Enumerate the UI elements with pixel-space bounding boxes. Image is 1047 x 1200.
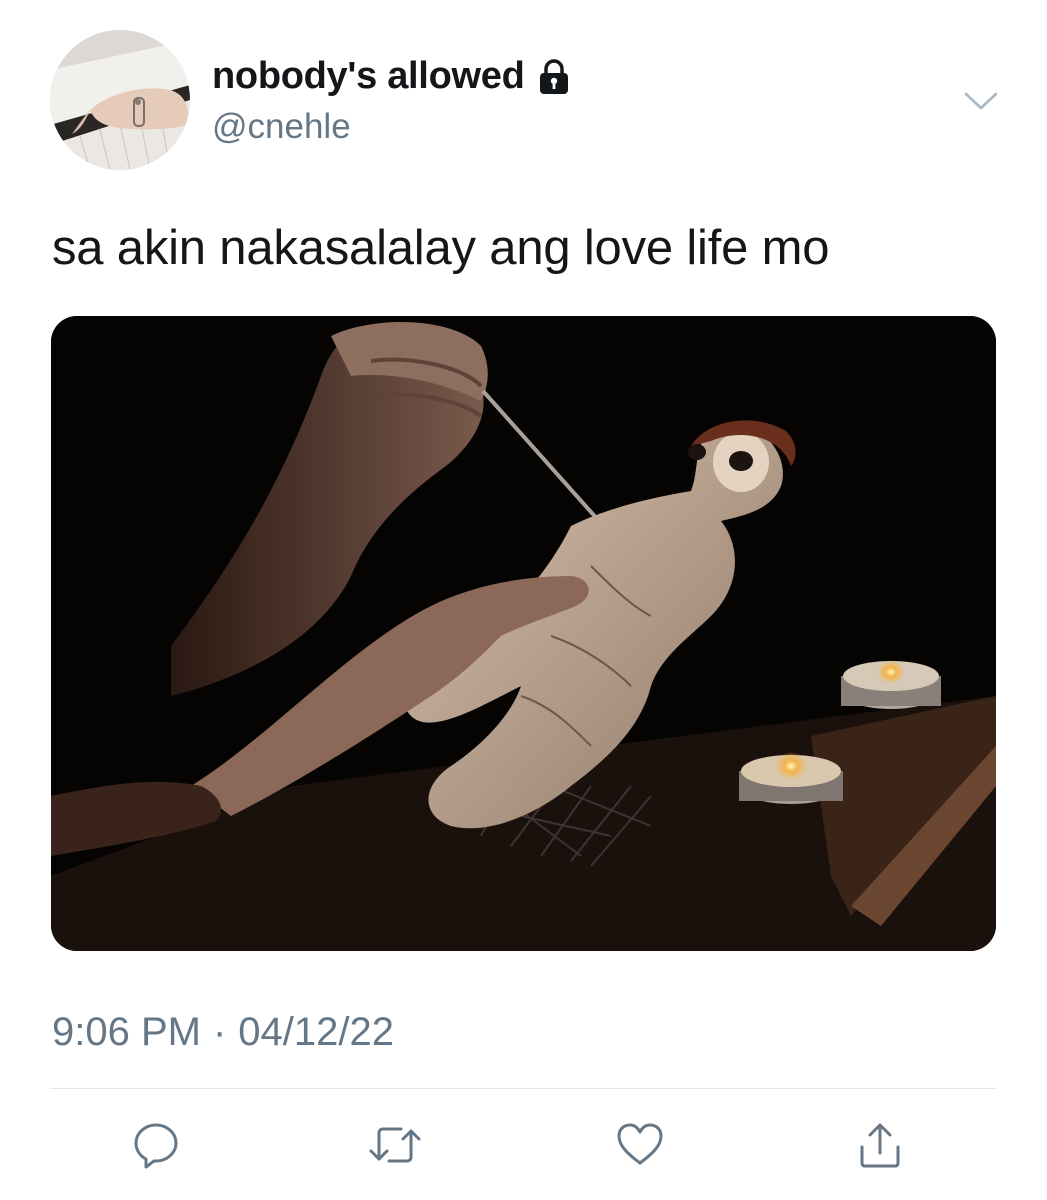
tweet-text: sa akin nakasalalay ang love life mo	[52, 221, 830, 275]
reply-button[interactable]	[126, 1115, 186, 1175]
user-handle[interactable]: @cnehle	[212, 107, 351, 147]
lock-icon	[535, 58, 573, 96]
display-name-text: nobody's allowed	[212, 55, 525, 97]
avatar-image	[50, 30, 190, 170]
tweet-date: 04/12/22	[238, 1010, 394, 1054]
share-icon	[854, 1119, 906, 1171]
divider	[50, 1088, 996, 1089]
tweet: nobody's allowed @cnehle sa akin nakasal…	[0, 0, 1047, 1200]
reply-icon	[130, 1119, 182, 1171]
tweet-time: 9:06 PM	[52, 1010, 201, 1054]
retweet-icon	[367, 1119, 423, 1171]
timestamp-separator: ·	[212, 1010, 227, 1054]
heart-icon	[614, 1119, 666, 1171]
chevron-down-icon[interactable]	[958, 80, 1004, 120]
like-button[interactable]	[610, 1115, 670, 1175]
voodoo-doll-image	[51, 316, 996, 951]
retweet-button[interactable]	[365, 1115, 425, 1175]
avatar[interactable]	[50, 30, 190, 170]
tweet-timestamp[interactable]: 9:06 PM · 04/12/22	[52, 1010, 394, 1055]
display-name[interactable]: nobody's allowed	[212, 55, 573, 98]
tweet-media[interactable]	[51, 316, 996, 951]
share-button[interactable]	[850, 1115, 910, 1175]
